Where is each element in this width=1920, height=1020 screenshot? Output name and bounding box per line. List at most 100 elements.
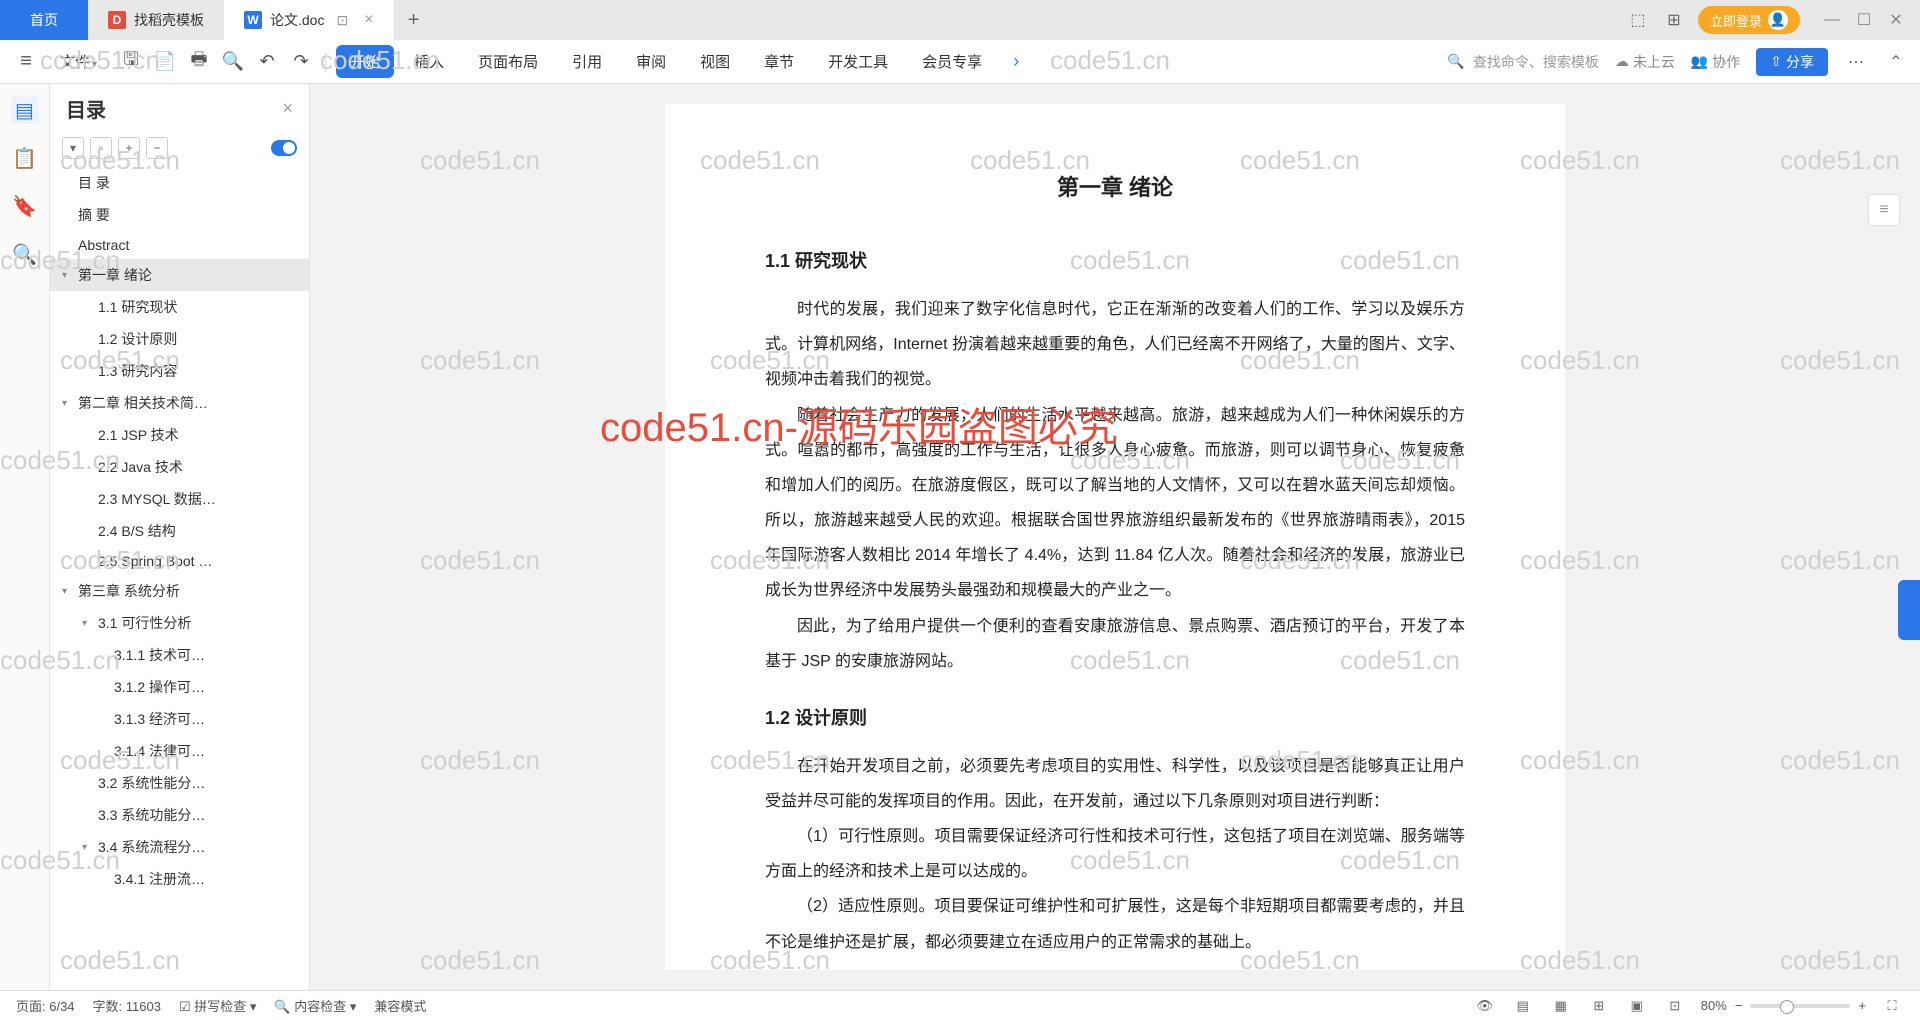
print-icon[interactable]: 🖶 — [185, 48, 213, 76]
outline-item[interactable]: 2.2 Java 技术 — [50, 451, 309, 483]
insert-menu[interactable]: 插入 — [400, 45, 458, 78]
chevron-down-icon[interactable]: ▾ — [62, 586, 76, 597]
outline-panel: 目录 × ▾ ▫ + − 目 录摘 要Abstract▾第一章 绪论1.1 研究… — [50, 84, 310, 990]
apps-icon[interactable]: ⊞ — [1662, 8, 1686, 32]
outline-item[interactable]: 摘 要 — [50, 199, 309, 231]
outline-close-icon[interactable]: × — [282, 98, 293, 119]
view-mode-3-icon[interactable]: ⊞ — [1587, 994, 1611, 1018]
outline-item[interactable]: ▾3.1 可行性分析 — [50, 607, 309, 639]
clipboard-rail-icon[interactable]: 📋 — [11, 144, 39, 172]
remove-button[interactable]: − — [146, 137, 168, 159]
member-menu[interactable]: 会员专享 — [908, 45, 996, 78]
expand-button[interactable]: ▫ — [90, 137, 112, 159]
outline-item[interactable]: ▾3.4 系统流程分… — [50, 831, 309, 863]
zoom-out-button[interactable]: − — [1735, 998, 1743, 1013]
login-button[interactable]: 立即登录 👤 — [1698, 6, 1800, 34]
content-check[interactable]: 🔍 内容检查 ▾ — [274, 996, 356, 1015]
outline-item-label: 目 录 — [78, 173, 110, 193]
word-count[interactable]: 字数: 11603 — [93, 996, 161, 1015]
coop-button[interactable]: 👥 协作 — [1691, 52, 1740, 72]
outline-item[interactable]: 1.1 研究现状 — [50, 291, 309, 323]
eye-icon[interactable]: 👁 — [1473, 994, 1497, 1018]
review-menu[interactable]: 审阅 — [622, 45, 680, 78]
layout-icon[interactable]: ⬚ — [1626, 8, 1650, 32]
view-mode-4-icon[interactable]: ▣ — [1625, 994, 1649, 1018]
outline-item-label: 摘 要 — [78, 205, 110, 225]
devtools-menu[interactable]: 开发工具 — [814, 45, 902, 78]
add-button[interactable]: + — [118, 137, 140, 159]
share-button[interactable]: ⇧ 分享 — [1756, 48, 1828, 76]
zoom-in-button[interactable]: + — [1858, 998, 1866, 1013]
side-tab-icon[interactable] — [1898, 580, 1920, 640]
redo-icon[interactable]: ↷ — [287, 48, 315, 76]
chevron-down-icon[interactable]: ▾ — [82, 618, 96, 629]
page-indicator[interactable]: 页面: 6/34 — [16, 996, 75, 1015]
outline-item[interactable]: 1.3 研究内容 — [50, 355, 309, 387]
zoom-value[interactable]: 80% — [1701, 998, 1727, 1013]
outline-item[interactable]: 2.4 B/S 结构 — [50, 515, 309, 547]
tab-bar: 首页 D 找稻壳模板 W 论文.doc ⊡ × + ⬚ ⊞ 立即登录 👤 — ☐… — [0, 0, 1920, 40]
outline-item[interactable]: 3.1.3 经济可… — [50, 703, 309, 735]
toggle-switch[interactable] — [271, 140, 297, 156]
chevron-down-icon[interactable]: ▾ — [62, 398, 76, 409]
view-mode-1-icon[interactable]: ▤ — [1511, 994, 1535, 1018]
search-rail-icon[interactable]: 🔍 — [11, 240, 39, 268]
view-mode-5-icon[interactable]: ⊡ — [1663, 994, 1687, 1018]
outline-item[interactable]: 3.1.2 操作可… — [50, 671, 309, 703]
fullscreen-icon[interactable]: ⛶ — [1880, 994, 1904, 1018]
layout-menu[interactable]: 页面布局 — [464, 45, 552, 78]
paragraph: 在开始开发项目之前，必须要先考虑项目的实用性、科学性，以及该项目是否能够真正让用… — [765, 749, 1465, 819]
undo-icon[interactable]: ↶ — [253, 48, 281, 76]
projector-icon[interactable]: ⊡ — [336, 12, 348, 29]
view-mode-2-icon[interactable]: ▦ — [1549, 994, 1573, 1018]
spell-check[interactable]: ☑ 拼写检查 ▾ — [179, 996, 256, 1015]
search-box[interactable]: 🔍 查找命令、搜索模板 — [1447, 52, 1598, 72]
preview-icon[interactable]: 🔍 — [219, 48, 247, 76]
outline-item[interactable]: 1.2 设计原则 — [50, 323, 309, 355]
zoom-slider[interactable] — [1750, 1004, 1850, 1008]
save-icon[interactable]: 🖫 — [117, 48, 145, 76]
outline-item[interactable]: Abstract — [50, 231, 309, 259]
outline-item[interactable]: 2.5 Spring Boot … — [50, 547, 309, 575]
outline-rail-icon[interactable]: ▤ — [11, 96, 39, 124]
new-icon[interactable]: 📄 — [151, 48, 179, 76]
maximize-button[interactable]: ☐ — [1852, 8, 1876, 32]
more-icon[interactable]: ⋯ — [1844, 50, 1868, 74]
hamburger-icon[interactable]: ≡ — [12, 48, 40, 76]
tab-template[interactable]: D 找稻壳模板 — [88, 0, 224, 40]
outline-item-label: 2.5 Spring Boot … — [98, 553, 212, 569]
outline-item[interactable]: 2.1 JSP 技术 — [50, 419, 309, 451]
file-menu[interactable]: 文件 — [46, 45, 111, 78]
start-menu[interactable]: 开始 — [336, 45, 394, 78]
outline-item[interactable]: ▾第二章 相关技术简… — [50, 387, 309, 419]
tab-add-button[interactable]: + — [394, 9, 434, 32]
chevron-down-icon[interactable]: ▾ — [82, 842, 96, 853]
collapse-all-button[interactable]: ▾ — [62, 137, 84, 159]
chevron-right-icon[interactable]: › — [1002, 48, 1030, 76]
tab-document[interactable]: W 论文.doc ⊡ × — [224, 0, 394, 40]
outline-item[interactable]: 2.3 MYSQL 数据… — [50, 483, 309, 515]
reference-menu[interactable]: 引用 — [558, 45, 616, 78]
outline-item[interactable]: 目 录 — [50, 167, 309, 199]
outline-item[interactable]: ▾第三章 系统分析 — [50, 575, 309, 607]
minimize-button[interactable]: — — [1820, 8, 1844, 32]
bookmark-rail-icon[interactable]: 🔖 — [11, 192, 39, 220]
section-menu[interactable]: 章节 — [750, 45, 808, 78]
outline-item[interactable]: 3.1.1 技术可… — [50, 639, 309, 671]
cloud-status[interactable]: ☁ 未上云 — [1615, 52, 1675, 72]
outline-item[interactable]: 3.1.4 法律可… — [50, 735, 309, 767]
outline-item[interactable]: 3.2 系统性能分… — [50, 767, 309, 799]
collapse-icon[interactable]: ⌃ — [1884, 50, 1908, 74]
chevron-down-icon[interactable]: ▾ — [62, 270, 76, 281]
outline-list: 目 录摘 要 Abstract▾第一章 绪论1.1 研究现状 1.2 设计原则 1.3… — [50, 167, 309, 990]
style-floating-icon[interactable]: ≡ — [1868, 194, 1900, 226]
outline-item[interactable]: ▾第一章 绪论 — [50, 259, 309, 291]
close-window-button[interactable]: ✕ — [1884, 8, 1908, 32]
close-icon[interactable]: × — [364, 11, 373, 29]
outline-item[interactable]: 3.4.1 注册流… — [50, 863, 309, 895]
tab-home[interactable]: 首页 — [0, 0, 88, 40]
outline-item[interactable]: 3.3 系统功能分… — [50, 799, 309, 831]
document-area[interactable]: 📄▾ ≡ 第一章 绪论 1.1 研究现状 时代的发展，我们迎来了数字化信息时代，… — [310, 84, 1920, 990]
outline-item-label: 1.2 设计原则 — [98, 329, 177, 349]
view-menu[interactable]: 视图 — [686, 45, 744, 78]
